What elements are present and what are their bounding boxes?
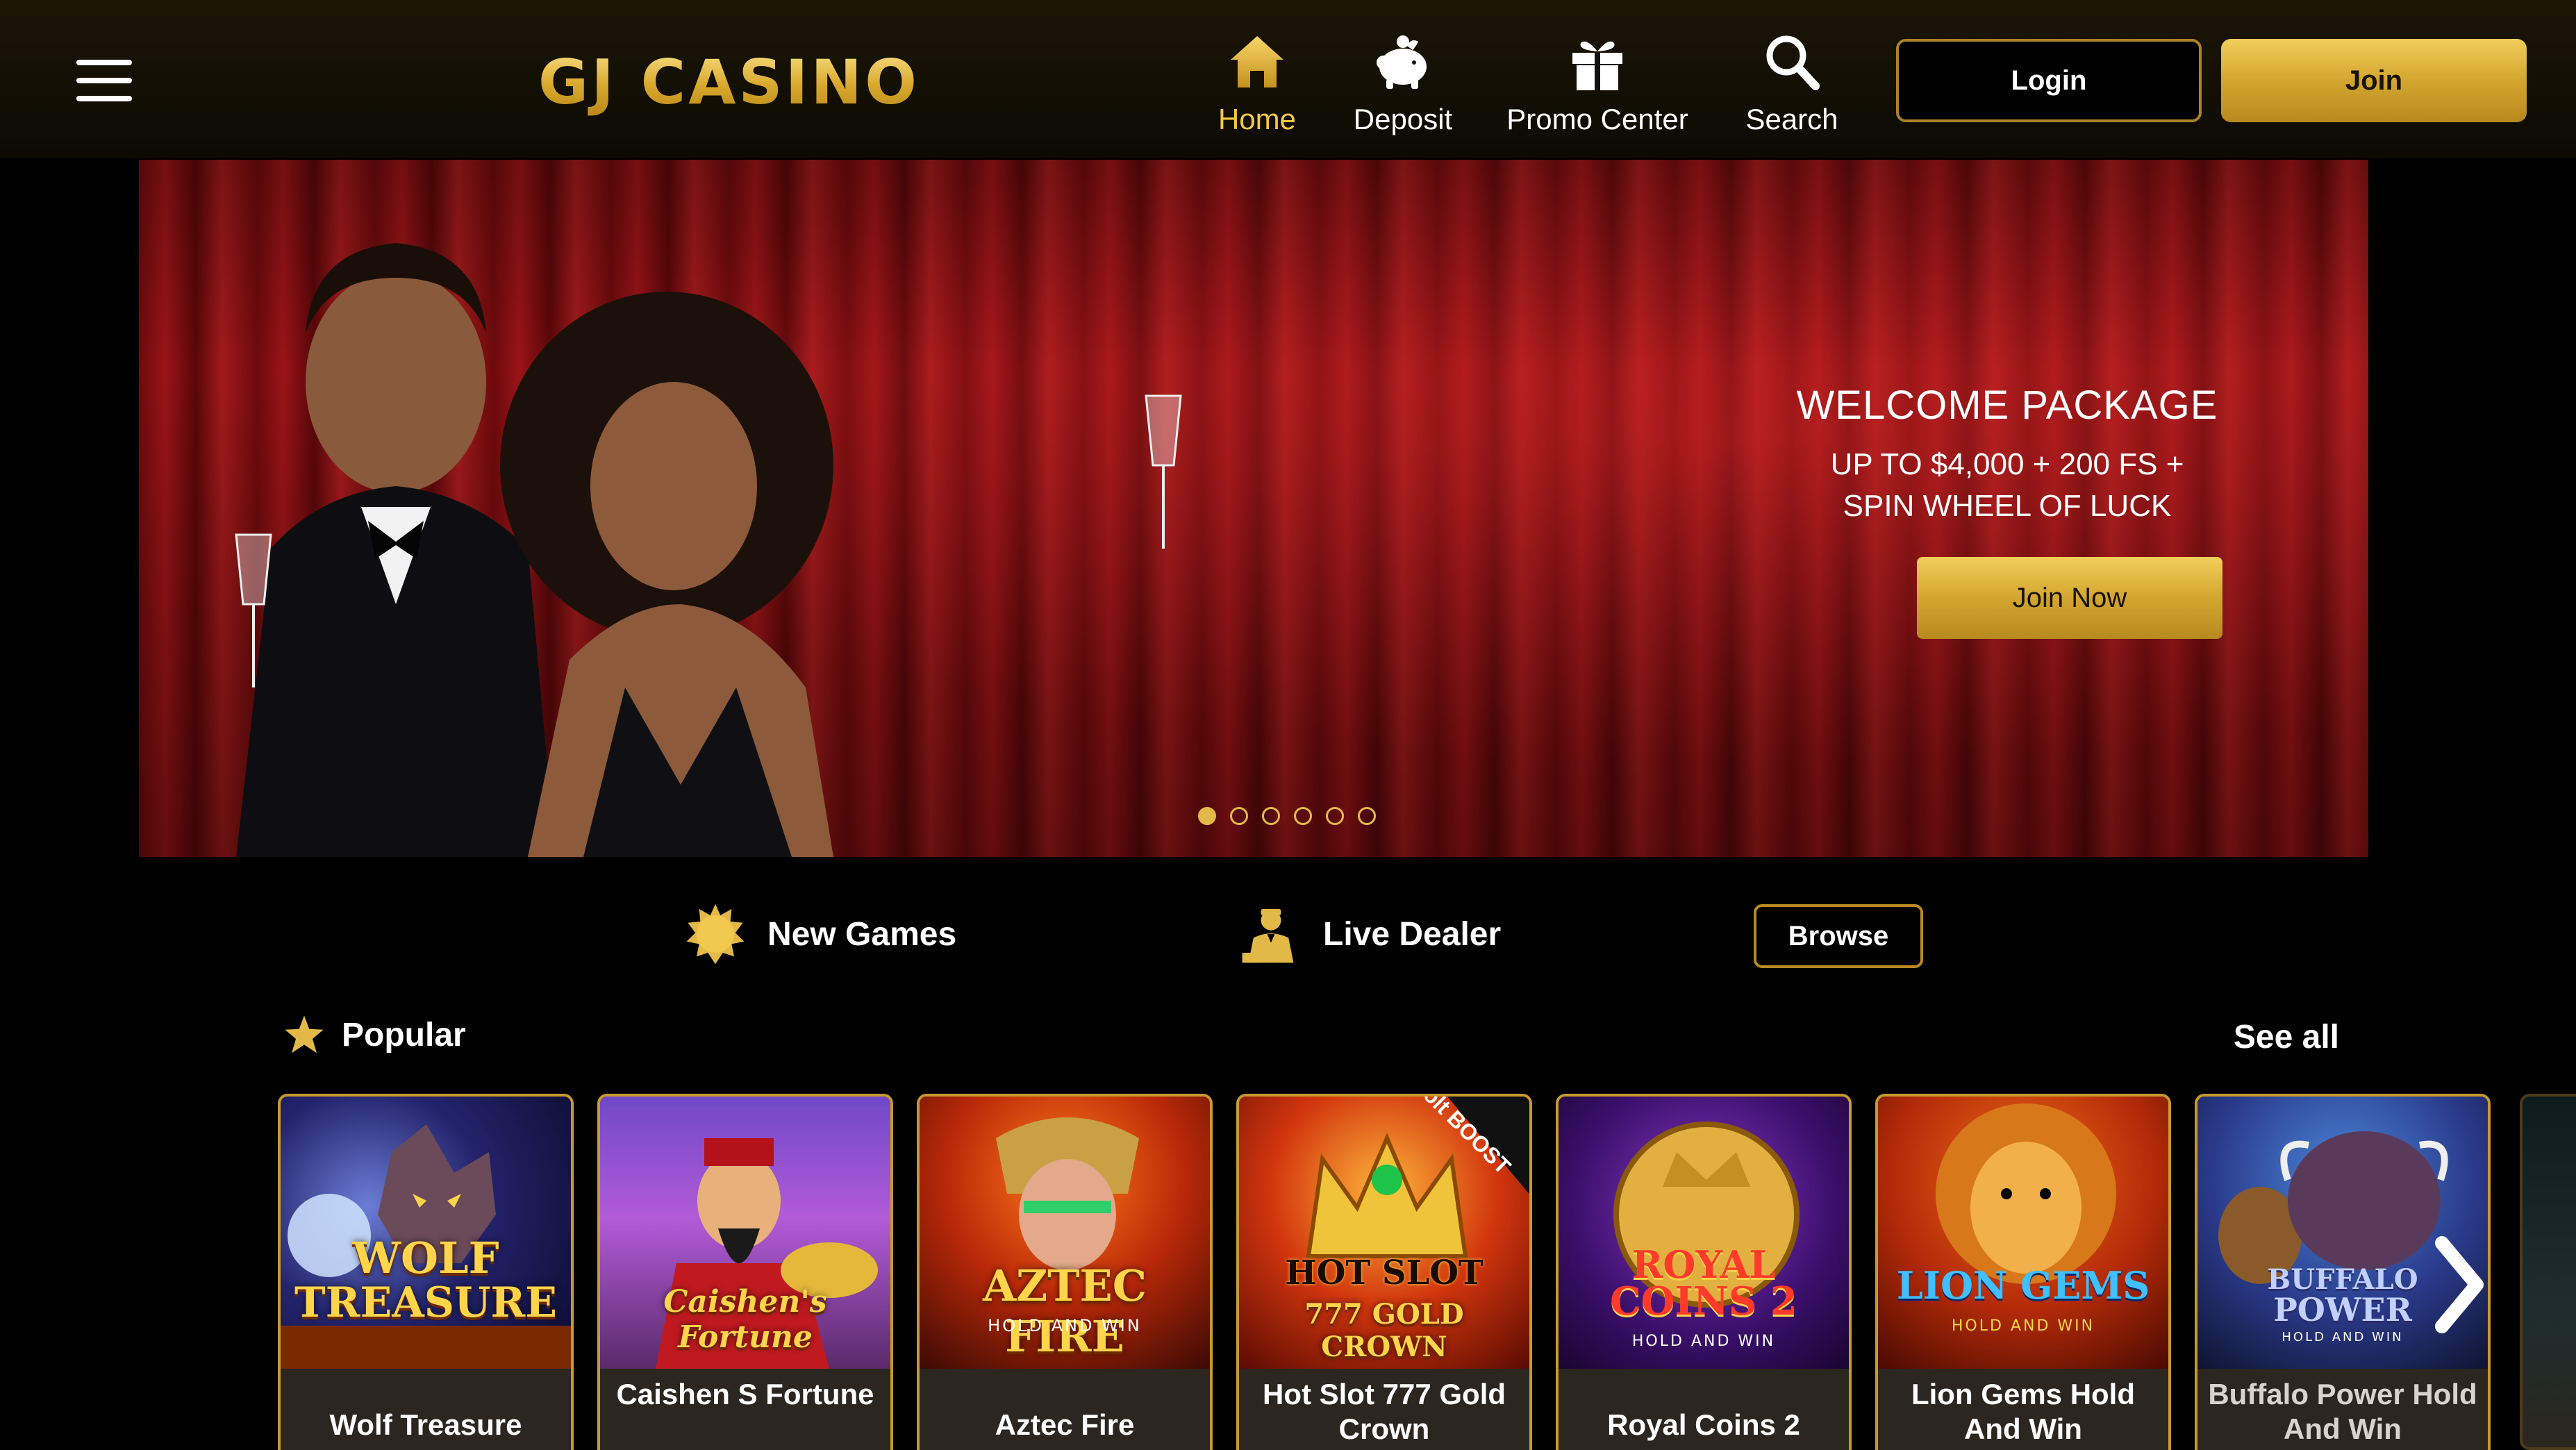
game-art-subtitle: HOLD AND WIN — [1631, 1333, 1776, 1350]
hero-banner[interactable]: WELCOME PACKAGE UP TO $4,000 + 200 FS + … — [139, 160, 2368, 857]
game-art-title: HOT SLOT — [1285, 1253, 1484, 1292]
game-name: Caishen S Fortune — [600, 1369, 890, 1450]
carousel-dot[interactable] — [1198, 807, 1216, 825]
carousel-dot[interactable] — [1262, 807, 1280, 825]
game-thumbnail: Caishen's Fortune — [600, 1097, 890, 1369]
game-thumbnail: Volt BOOST HOT SLOT 777 GOLD CROWN — [1239, 1097, 1529, 1369]
popular-title: Popular — [283, 1014, 466, 1056]
casino-logo[interactable]: GJ CASINO — [538, 46, 920, 118]
star-icon — [285, 1015, 324, 1053]
carousel-dots — [1198, 807, 1376, 825]
game-card[interactable]: Volt BOOST HOT SLOT 777 GOLD CROWN Hot S… — [1236, 1094, 1532, 1450]
carousel-dot[interactable] — [1294, 807, 1312, 825]
game-card[interactable]: LION GEMS HOLD AND WIN Lion Gems Hold An… — [1875, 1094, 2171, 1450]
hero-promo-text: WELCOME PACKAGE UP TO $4,000 + 200 FS + … — [1757, 382, 2257, 527]
tab-new-games-label: New Games — [767, 915, 957, 953]
hero-subtitle-line-2: SPIN WHEEL OF LUCK — [1843, 489, 2172, 523]
game-thumbnail: LION GEMS HOLD AND WIN — [1878, 1097, 2168, 1369]
tab-live-dealer-label: Live Dealer — [1323, 915, 1502, 953]
game-art-title: LION GEMS — [1896, 1263, 2150, 1308]
home-icon — [1231, 36, 1283, 88]
logo-text: GJ CASINO — [538, 46, 920, 118]
game-card-partial[interactable] — [2520, 1094, 2576, 1450]
game-art-title: WOLF — [352, 1233, 499, 1283]
nav-search[interactable]: Search — [1709, 28, 1875, 146]
game-name: Royal Coins 2 — [1559, 1369, 1849, 1450]
game-art-title: 777 GOLD CROWN — [1304, 1298, 1464, 1363]
game-thumbnail: WOLF TREASURE — [281, 1097, 571, 1369]
tab-new-games[interactable]: New Games — [684, 903, 956, 965]
game-name: Aztec Fire — [920, 1369, 1210, 1450]
game-name: Hot Slot 777 Gold Crown — [1239, 1369, 1529, 1450]
top-header: GJ CASINO Home Deposit Promo Center Sear… — [0, 0, 2576, 158]
tab-live-dealer[interactable]: Live Dealer — [1240, 903, 1501, 965]
game-card[interactable]: ROYAL COINS 2 HOLD AND WIN Royal Coins 2 — [1556, 1094, 1852, 1450]
nav-home[interactable]: Home — [1195, 28, 1320, 146]
game-card[interactable]: Caishen's Fortune Caishen S Fortune — [597, 1094, 893, 1450]
browse-button[interactable]: Browse — [1754, 904, 1923, 968]
see-all-link[interactable]: See all — [2234, 1018, 2339, 1056]
game-name: Lion Gems Hold And Win — [1878, 1369, 2168, 1450]
join-now-button[interactable]: Join Now — [1917, 557, 2222, 639]
game-art-title: TREASURE — [294, 1278, 558, 1327]
game-card[interactable]: AZTEC FIRE HOLD AND WIN Aztec Fire — [917, 1094, 1213, 1450]
piggy-bank-icon — [1377, 35, 1427, 89]
game-card[interactable]: WOLF TREASURE Wolf Treasure — [278, 1094, 574, 1450]
nav-search-label: Search — [1745, 103, 1838, 135]
nav-deposit[interactable]: Deposit — [1320, 28, 1486, 146]
game-art-title: COINS 2 — [1610, 1278, 1797, 1324]
popular-section-header: Popular See all — [283, 1014, 2339, 1062]
game-name: Wolf Treasure — [281, 1369, 571, 1450]
gift-icon — [1572, 41, 1622, 90]
game-name: Buffalo Power Hold And Win — [2197, 1369, 2488, 1450]
hero-title: WELCOME PACKAGE — [1796, 383, 2218, 428]
carousel-dot[interactable] — [1358, 807, 1376, 825]
carousel-dot[interactable] — [1230, 807, 1248, 825]
game-art-title: Caishen's Fortune — [663, 1284, 827, 1355]
hero-subtitle: UP TO $4,000 + 200 FS + SPIN WHEEL OF LU… — [1757, 444, 2257, 527]
dealer-icon — [1242, 909, 1294, 963]
game-art-subtitle: HOLD AND WIN — [1951, 1317, 2095, 1335]
game-thumbnail: ROYAL COINS 2 HOLD AND WIN — [1559, 1097, 1849, 1369]
nav-deposit-label: Deposit — [1353, 103, 1453, 135]
hero-subtitle-line-1: UP TO $4,000 + 200 FS + — [1830, 447, 2184, 481]
carousel-dot[interactable] — [1326, 807, 1344, 825]
login-button[interactable]: Login — [1896, 39, 2202, 122]
popular-games-row: WOLF TREASURE Wolf Treasure Caishen's Fo… — [278, 1094, 2576, 1450]
hamburger-menu-icon[interactable] — [76, 60, 132, 103]
nav-promo-label: Promo Center — [1506, 103, 1688, 135]
game-art-title: AZTEC FIRE — [982, 1260, 1147, 1362]
hero-couple-image — [235, 243, 1182, 857]
sunburst-icon — [686, 903, 745, 965]
popular-title-label: Popular — [342, 1016, 466, 1053]
join-button[interactable]: Join — [2221, 39, 2527, 122]
search-icon — [1766, 35, 1820, 90]
nav-promo-center[interactable]: Promo Center — [1486, 28, 1709, 146]
main-nav: Home Deposit Promo Center Search — [1195, 28, 1875, 146]
game-art-subtitle: HOLD AND WIN — [988, 1316, 1142, 1335]
game-thumbnail: AZTEC FIRE HOLD AND WIN — [920, 1097, 1210, 1369]
chevron-right-icon[interactable] — [2431, 1236, 2486, 1333]
nav-home-label: Home — [1218, 103, 1297, 135]
